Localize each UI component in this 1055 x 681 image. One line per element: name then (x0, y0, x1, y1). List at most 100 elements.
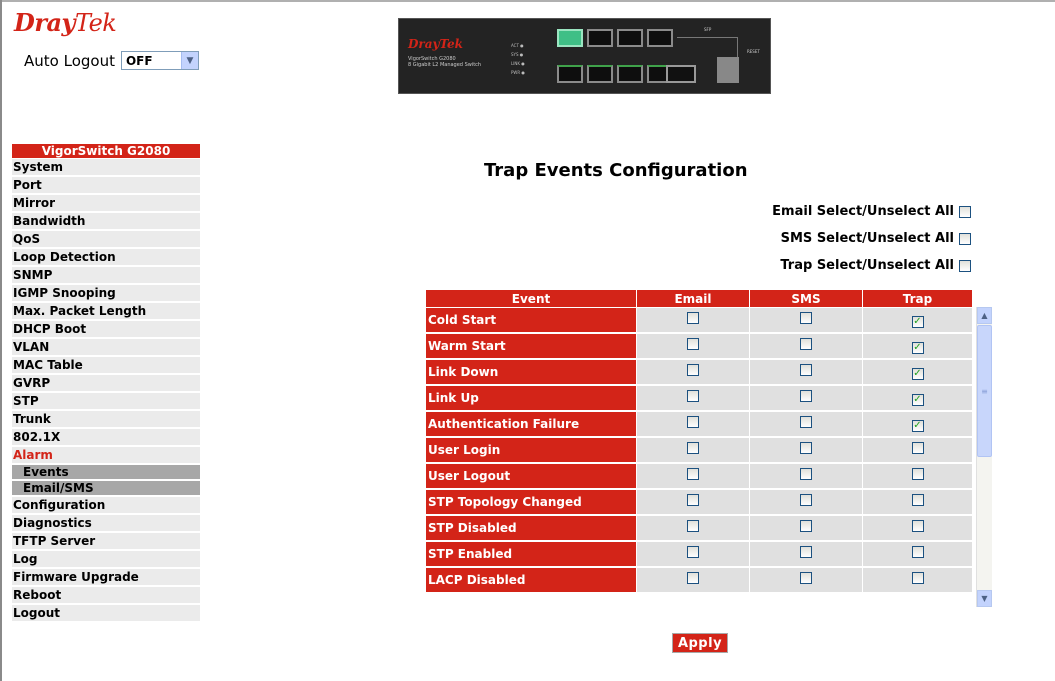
arrow-up-icon[interactable]: ▲ (977, 307, 992, 324)
sidebar-item-trunk[interactable]: Trunk (12, 411, 200, 427)
sms-checkbox[interactable] (800, 520, 812, 532)
trap-checkbox[interactable] (911, 572, 924, 584)
sidebar-item-8021x[interactable]: 802.1X (12, 429, 200, 445)
trap-cell: ✓ (862, 410, 973, 438)
device-model-text: VigorSwitch G2080 8 Gigabit L2 Managed Sw… (408, 56, 481, 68)
auto-logout-value: OFF (125, 53, 153, 68)
sidebar-item-configuration[interactable]: Configuration (12, 497, 200, 513)
email-checkbox[interactable] (687, 494, 699, 506)
event-name: Cold Start (425, 307, 637, 334)
checkmark-icon: ✓ (913, 367, 922, 379)
events-table-viewport: Event Email SMS Trap Cold Start ✓ Warm Sta… (425, 289, 975, 607)
window-top-border (0, 0, 1055, 2)
sidebar-item-alarm[interactable]: Alarm (12, 447, 200, 463)
trap-checkbox[interactable]: ✓ (911, 341, 924, 354)
table-row: Authentication Failure ✓ (425, 410, 973, 438)
sidebar-item-mirror[interactable]: Mirror (12, 195, 200, 211)
sms-checkbox[interactable] (800, 364, 812, 376)
auto-logout-select[interactable]: OFF ▼ (120, 51, 199, 70)
sms-cell (749, 410, 863, 438)
trap-checkbox[interactable]: ✓ (911, 367, 924, 380)
sidebar-item-port[interactable]: Port (12, 177, 200, 193)
email-checkbox[interactable] (687, 338, 699, 350)
sidebar-item-snmp[interactable]: SNMP (12, 267, 200, 283)
draytek-logo: DrayTek (14, 8, 117, 37)
email-checkbox[interactable] (687, 442, 699, 454)
sidebar-item-logout[interactable]: Logout (12, 605, 200, 621)
sidebar-item-firmware-upgrade[interactable]: Firmware Upgrade (12, 569, 200, 585)
sms-cell (749, 332, 863, 360)
trap-checkbox[interactable] (911, 494, 924, 506)
table-row: STP Topology Changed (425, 488, 973, 516)
trap-checkbox[interactable] (911, 546, 924, 558)
page-title: Trap Events Configuration (484, 160, 748, 181)
sidebar-item-reboot[interactable]: Reboot (12, 587, 200, 603)
sms-checkbox[interactable] (800, 416, 812, 428)
trap-select-all-checkbox[interactable] (959, 259, 971, 272)
scrollbar-thumb[interactable]: ≡ (977, 325, 992, 457)
email-checkbox[interactable] (687, 390, 699, 402)
sidebar-item-log[interactable]: Log (12, 551, 200, 567)
email-cell (636, 358, 750, 386)
checkmark-icon: ✓ (913, 393, 922, 405)
sidebar-item-igmp-snooping[interactable]: IGMP Snooping (12, 285, 200, 301)
trap-checkbox[interactable]: ✓ (911, 419, 924, 432)
checkmark-icon: ✓ (913, 419, 922, 431)
sms-checkbox[interactable] (800, 468, 812, 480)
sidebar-item-loop-detection[interactable]: Loop Detection (12, 249, 200, 265)
sms-checkbox[interactable] (800, 338, 812, 350)
email-cell (636, 436, 750, 464)
sidebar-item-system[interactable]: System (12, 159, 200, 175)
table-row: Link Down ✓ (425, 358, 973, 386)
column-header-event: Event (425, 289, 637, 308)
sms-checkbox[interactable] (800, 390, 812, 402)
trap-checkbox[interactable]: ✓ (911, 315, 924, 328)
email-checkbox[interactable] (687, 364, 699, 376)
event-name: STP Disabled (425, 514, 637, 542)
sms-checkbox[interactable] (800, 442, 812, 454)
sidebar-item-gvrp[interactable]: GVRP (12, 375, 200, 391)
sidebar-item-dhcp-boot[interactable]: DHCP Boot (12, 321, 200, 337)
column-header-trap: Trap (862, 289, 973, 308)
sidebar-menu: VigorSwitch G2080 System Port Mirror Ban… (12, 144, 200, 623)
apply-button[interactable]: Apply (672, 633, 728, 653)
sidebar-item-qos[interactable]: QoS (12, 231, 200, 247)
sidebar-item-stp[interactable]: STP (12, 393, 200, 409)
table-scrollbar[interactable]: ▲ ≡ ▼ (976, 307, 992, 607)
chevron-down-icon[interactable]: ▼ (180, 52, 198, 69)
sms-checkbox[interactable] (800, 494, 812, 506)
sidebar-subitem-email-sms[interactable]: Email/SMS (12, 481, 200, 495)
trap-cell (862, 566, 973, 594)
sidebar-item-tftp-server[interactable]: TFTP Server (12, 533, 200, 549)
trap-checkbox[interactable] (911, 468, 924, 480)
sidebar-item-mac-table[interactable]: MAC Table (12, 357, 200, 373)
sms-cell (749, 540, 863, 568)
sms-cell (749, 384, 863, 412)
email-checkbox[interactable] (687, 468, 699, 480)
email-select-all-checkbox[interactable] (959, 205, 971, 218)
sms-checkbox[interactable] (800, 312, 812, 324)
email-checkbox[interactable] (687, 546, 699, 558)
email-checkbox[interactable] (687, 416, 699, 428)
port-1-icon (557, 29, 583, 47)
sidebar-item-bandwidth[interactable]: Bandwidth (12, 213, 200, 229)
sidebar-item-max-packet-length[interactable]: Max. Packet Length (12, 303, 200, 319)
sfp-slot-icon (717, 57, 739, 83)
sms-checkbox[interactable] (800, 572, 812, 584)
arrow-down-icon[interactable]: ▼ (977, 590, 992, 607)
sidebar-item-diagnostics[interactable]: Diagnostics (12, 515, 200, 531)
sidebar-subitem-events[interactable]: Events (12, 465, 200, 479)
status-leds: ACT ● SYS ● LINK ● PWR ● (511, 43, 525, 75)
trap-checkbox[interactable] (911, 520, 924, 532)
sidebar-item-vlan[interactable]: VLAN (12, 339, 200, 355)
email-checkbox[interactable] (687, 312, 699, 324)
trap-checkbox[interactable] (911, 442, 924, 454)
auto-logout: Auto Logout OFF ▼ (24, 51, 199, 70)
table-row: User Login (425, 436, 973, 464)
sms-select-all-checkbox[interactable] (959, 232, 971, 245)
sms-checkbox[interactable] (800, 546, 812, 558)
email-checkbox[interactable] (687, 520, 699, 532)
trap-cell: ✓ (862, 358, 973, 386)
email-checkbox[interactable] (687, 572, 699, 584)
trap-checkbox[interactable]: ✓ (911, 393, 924, 406)
